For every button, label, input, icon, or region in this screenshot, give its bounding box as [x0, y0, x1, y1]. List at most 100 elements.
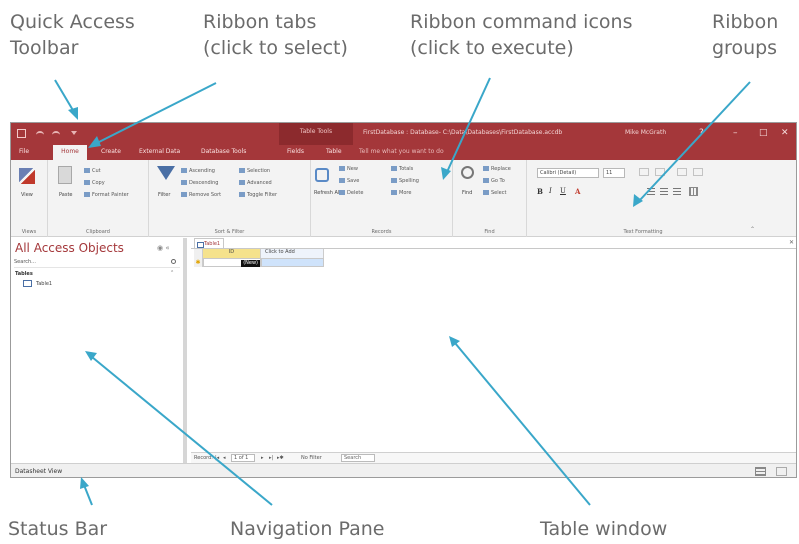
- copy-button[interactable]: Copy: [84, 180, 105, 186]
- go-to-button[interactable]: Go To: [483, 178, 505, 184]
- font-name-select[interactable]: Calibri (Detail): [537, 168, 599, 178]
- refresh-all-label[interactable]: Refresh All: [314, 190, 341, 196]
- column-header-id[interactable]: ID: [203, 249, 261, 258]
- new-row-selector[interactable]: ✱: [194, 258, 203, 267]
- find-button-label[interactable]: Find: [462, 190, 472, 196]
- tab-external-data[interactable]: External Data: [139, 148, 180, 155]
- group-label-sort-filter: Sort & Filter: [214, 229, 245, 235]
- paste-button-label[interactable]: Paste: [59, 192, 73, 198]
- tab-fields[interactable]: Fields: [287, 148, 304, 155]
- group-label-views: Views: [21, 229, 37, 235]
- record-search-input[interactable]: Search: [341, 454, 375, 462]
- group-label-clipboard: Clipboard: [86, 229, 110, 235]
- tab-table[interactable]: Table: [326, 148, 342, 155]
- callout-cmd-line1: Ribbon command icons: [410, 11, 633, 33]
- nav-section-tables[interactable]: Tables: [15, 271, 33, 277]
- gridlines-icon[interactable]: [689, 187, 698, 196]
- refresh-icon[interactable]: [315, 168, 329, 182]
- new-record-button[interactable]: New: [339, 166, 358, 172]
- cell-id-new[interactable]: (New): [203, 258, 261, 267]
- align-left-icon[interactable]: [647, 188, 655, 195]
- help-button[interactable]: ?: [699, 128, 704, 138]
- nav-search-input[interactable]: Search...: [14, 259, 180, 268]
- status-text: Datasheet View: [15, 468, 63, 475]
- delete-record-button[interactable]: Delete: [339, 190, 363, 196]
- toggle-filter-button[interactable]: Toggle Filter: [239, 192, 277, 198]
- column-header-click-to-add[interactable]: Click to Add: [261, 249, 324, 258]
- undo-icon[interactable]: [36, 131, 44, 137]
- grow-font-icon[interactable]: [639, 168, 649, 176]
- tab-file[interactable]: File: [19, 148, 29, 155]
- customize-qat-icon[interactable]: [71, 131, 77, 137]
- filter-button-label[interactable]: Filter: [158, 192, 170, 198]
- find-icon[interactable]: [461, 166, 474, 179]
- tab-home[interactable]: Home: [53, 145, 87, 160]
- view-icon[interactable]: [19, 168, 35, 184]
- cut-button[interactable]: Cut: [84, 168, 101, 174]
- more-button[interactable]: More: [391, 190, 411, 196]
- remove-sort-button[interactable]: Remove Sort: [181, 192, 221, 198]
- italic-button[interactable]: I: [549, 187, 552, 195]
- nav-item-table1[interactable]: Table1: [23, 280, 52, 287]
- chevron-up-icon[interactable]: ⌃: [170, 270, 174, 276]
- underline-button[interactable]: U: [560, 187, 566, 195]
- navigation-pane: All Access Objects ◉ « Search... Tables …: [11, 238, 187, 463]
- design-view-icon[interactable]: [776, 467, 787, 476]
- save-icon[interactable]: [17, 129, 26, 138]
- contextual-tab-header: Table Tools: [279, 123, 353, 145]
- advanced-button[interactable]: Advanced: [239, 180, 272, 186]
- minimize-button[interactable]: –: [733, 128, 738, 138]
- new-record-nav-button[interactable]: ▸✱: [277, 455, 284, 461]
- group-find: Find Replace Go To Select Find: [453, 160, 527, 237]
- tab-database-tools[interactable]: Database Tools: [201, 148, 246, 155]
- align-right-icon[interactable]: [673, 188, 681, 195]
- close-table-icon[interactable]: ✕: [789, 239, 794, 246]
- align-center-icon[interactable]: [660, 188, 668, 195]
- select-all-cell[interactable]: [194, 249, 203, 258]
- next-record-button[interactable]: ▸: [261, 455, 264, 461]
- shrink-font-icon[interactable]: [655, 168, 665, 176]
- callout-ribbon-groups: Ribbon groups: [712, 9, 778, 61]
- redo-icon[interactable]: [52, 131, 60, 137]
- search-icon[interactable]: [171, 259, 176, 264]
- selection-button[interactable]: Selection: [239, 168, 270, 174]
- nav-pane-title[interactable]: All Access Objects: [15, 241, 124, 255]
- spelling-button[interactable]: Spelling: [391, 178, 419, 184]
- view-button-label[interactable]: View: [21, 192, 33, 198]
- tell-me-search[interactable]: Tell me what you want to do: [359, 148, 444, 155]
- cell-click-to-add[interactable]: [261, 258, 324, 267]
- descending-button[interactable]: Descending: [181, 180, 218, 186]
- nav-pane-controls[interactable]: ◉ «: [157, 244, 170, 252]
- user-name[interactable]: Mike McGrath: [625, 129, 666, 136]
- filter-icon[interactable]: [157, 166, 175, 180]
- callout-tabs-line2: (click to select): [203, 37, 348, 59]
- format-painter-button[interactable]: Format Painter: [84, 192, 129, 198]
- callout-ribbon-tabs: Ribbon tabs (click to select): [203, 9, 348, 61]
- callout-ribbon-command-icons: Ribbon command icons (click to execute): [410, 9, 632, 61]
- bullets-icon[interactable]: [677, 168, 687, 176]
- replace-button[interactable]: Replace: [483, 166, 511, 172]
- totals-button[interactable]: Totals: [391, 166, 413, 172]
- font-color-button[interactable]: A: [575, 187, 580, 196]
- font-size-select[interactable]: 11: [603, 168, 625, 178]
- save-record-button[interactable]: Save: [339, 178, 359, 184]
- callout-qat-line2: Toolbar: [10, 37, 79, 59]
- collapse-ribbon-icon[interactable]: ⌃: [750, 226, 755, 233]
- previous-record-button[interactable]: ◂: [223, 455, 226, 461]
- ascending-button[interactable]: Ascending: [181, 168, 215, 174]
- group-records: Refresh All New Save Delete Totals Spell…: [311, 160, 453, 237]
- document-tab-table1[interactable]: Table1: [194, 238, 224, 248]
- tab-create[interactable]: Create: [101, 148, 121, 155]
- close-button[interactable]: ✕: [781, 128, 789, 138]
- ribbon: View Views Paste Cut Copy Format Painter…: [11, 160, 796, 237]
- maximize-button[interactable]: □: [759, 128, 768, 138]
- datasheet-view-icon[interactable]: [755, 467, 766, 476]
- first-record-button[interactable]: |◂: [215, 455, 219, 461]
- record-position-input[interactable]: 1 of 1: [231, 454, 255, 462]
- paste-icon[interactable]: [58, 166, 72, 184]
- bold-button[interactable]: B: [537, 187, 543, 196]
- numbering-icon[interactable]: [693, 168, 703, 176]
- filter-status[interactable]: No Filter: [301, 455, 322, 461]
- last-record-button[interactable]: ▸|: [269, 455, 273, 461]
- select-button[interactable]: Select: [483, 190, 506, 196]
